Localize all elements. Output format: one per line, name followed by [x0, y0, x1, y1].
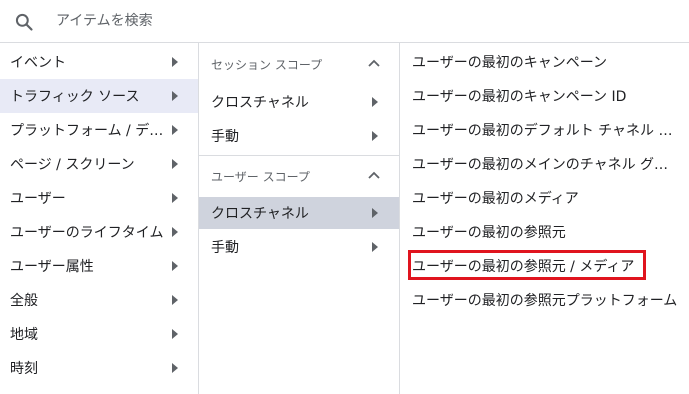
dimension-label: ユーザーの最初のキャンペーン ID: [412, 89, 627, 105]
chevron-up-icon: [368, 59, 380, 67]
category-label: イベント: [10, 55, 66, 71]
dimension-label: ユーザーの最初のメディア: [412, 191, 579, 207]
category-item-user[interactable]: ユーザー: [0, 181, 198, 215]
category-label: ページ / スクリーン: [10, 157, 135, 173]
scope-item-session-manual[interactable]: 手動: [199, 119, 399, 153]
category-item-user-lifetime[interactable]: ユーザーのライフタイム: [0, 215, 198, 249]
search-bar: [0, 0, 689, 43]
category-item-event[interactable]: イベント: [0, 45, 198, 79]
dimension-item[interactable]: ユーザーの最初の参照元プラットフォーム: [400, 283, 689, 317]
scope-list: セッション スコープ クロスチャネル 手動 ユーザー スコープ クロスチャネル …: [199, 43, 400, 394]
category-label: プラットフォーム / デバイス: [10, 123, 165, 139]
chevron-right-icon: [172, 125, 178, 135]
user-scope-label: ユーザー スコープ: [211, 169, 310, 184]
chevron-right-icon: [372, 97, 378, 107]
category-item-time[interactable]: 時刻: [0, 351, 198, 385]
dimension-label: ユーザーの最初の参照元: [412, 225, 566, 241]
chevron-right-icon: [172, 295, 178, 305]
scope-item-user-cross-channel[interactable]: クロスチャネル: [199, 197, 399, 229]
scope-item-label: クロスチャネル: [211, 95, 309, 111]
category-label: 全般: [10, 293, 38, 309]
category-item-region[interactable]: 地域: [0, 317, 198, 351]
chevron-right-icon: [172, 261, 178, 271]
dimension-item[interactable]: ユーザーの最初のキャンペーン ID: [400, 79, 689, 113]
dimension-label: ユーザーの最初のキャンペーン: [412, 55, 608, 71]
category-label: 地域: [10, 327, 38, 343]
user-scope-header[interactable]: ユーザー スコープ: [199, 155, 399, 197]
category-label: ユーザー属性: [10, 259, 94, 275]
category-label: トラフィック ソース: [10, 89, 140, 105]
dimension-list: ユーザーの最初のキャンペーン ユーザーの最初のキャンペーン ID ユーザーの最初…: [400, 43, 689, 394]
search-input[interactable]: [56, 9, 656, 33]
dimension-item[interactable]: ユーザーの最初のデフォルト チャネル グループ: [400, 113, 689, 147]
chevron-right-icon: [172, 227, 178, 237]
scope-item-session-cross-channel[interactable]: クロスチャネル: [199, 85, 399, 119]
category-label: ユーザー: [10, 191, 66, 207]
chevron-right-icon: [372, 131, 378, 141]
category-item-page-screen[interactable]: ページ / スクリーン: [0, 147, 198, 181]
dimension-item[interactable]: ユーザーの最初のメインのチャネル グループ: [400, 147, 689, 181]
chevron-right-icon: [372, 208, 378, 218]
chevron-right-icon: [172, 91, 178, 101]
chevron-right-icon: [172, 363, 178, 373]
category-item-general[interactable]: 全般: [0, 283, 198, 317]
chevron-right-icon: [172, 329, 178, 339]
dimension-item[interactable]: ユーザーの最初の参照元: [400, 215, 689, 249]
dimension-item-highlighted[interactable]: ユーザーの最初の参照元 / メディア: [400, 249, 689, 283]
dimension-label: ユーザーの最初のメインのチャネル グループ: [412, 157, 680, 173]
session-scope-header[interactable]: セッション スコープ: [199, 43, 399, 85]
chevron-up-icon: [368, 171, 380, 179]
chevron-right-icon: [172, 159, 178, 169]
category-label: ユーザーのライフタイム: [10, 225, 164, 241]
scope-item-label: 手動: [211, 240, 239, 256]
chevron-right-icon: [372, 242, 378, 252]
chevron-right-icon: [172, 193, 178, 203]
scope-item-label: クロスチャネル: [211, 206, 309, 222]
session-scope-label: セッション スコープ: [211, 57, 323, 72]
scope-item-user-manual[interactable]: 手動: [199, 230, 399, 264]
dimension-item[interactable]: ユーザーの最初のキャンペーン: [400, 45, 689, 79]
scope-item-label: 手動: [211, 129, 239, 145]
category-list: イベント トラフィック ソース プラットフォーム / デバイス ページ / スク…: [0, 43, 199, 394]
category-item-traffic-source[interactable]: トラフィック ソース: [0, 79, 198, 113]
dimension-item[interactable]: ユーザーの最初のメディア: [400, 181, 689, 215]
dimension-label: ユーザーの最初の参照元 / メディア: [412, 259, 635, 275]
category-item-user-attributes[interactable]: ユーザー属性: [0, 249, 198, 283]
category-label: 時刻: [10, 361, 38, 377]
dimension-label: ユーザーの最初のデフォルト チャネル グループ: [412, 123, 680, 139]
category-item-platform-device[interactable]: プラットフォーム / デバイス: [0, 113, 198, 147]
search-icon[interactable]: [14, 12, 34, 32]
dimension-label: ユーザーの最初の参照元プラットフォーム: [412, 293, 678, 309]
chevron-right-icon: [172, 57, 178, 67]
